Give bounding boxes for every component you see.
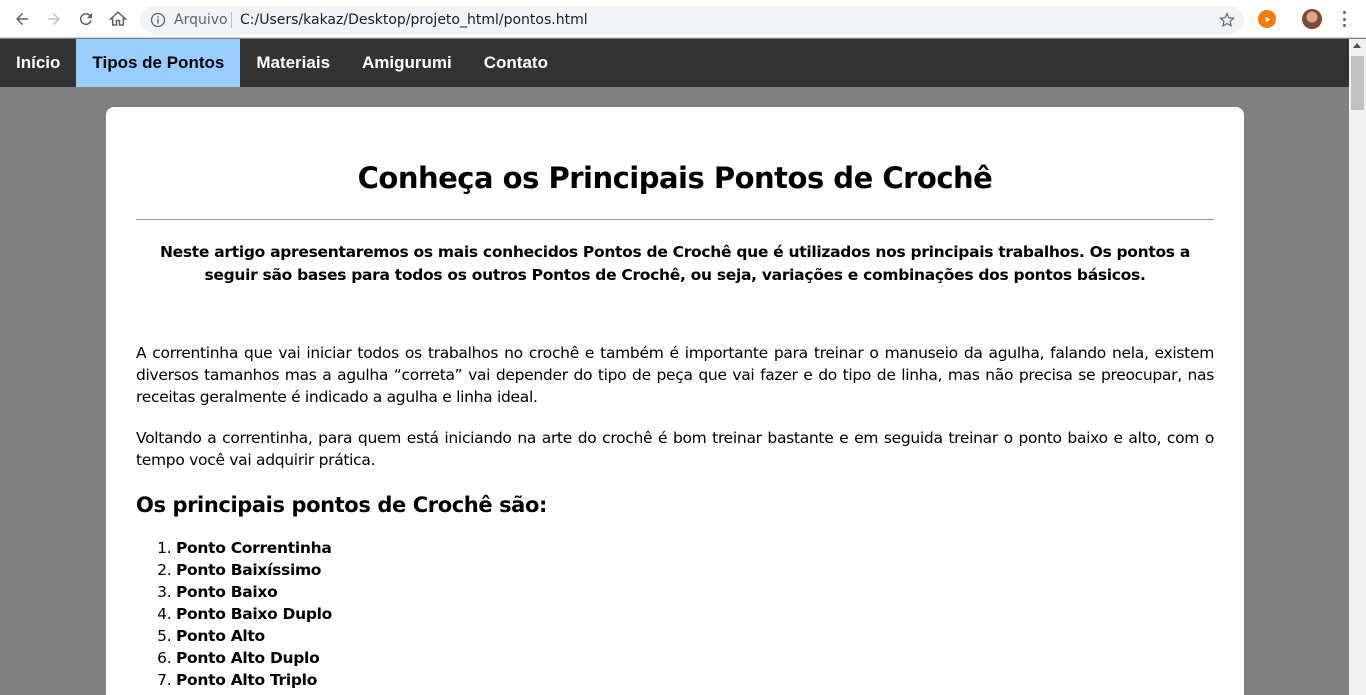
stitch-name: Ponto Baixíssimo <box>176 561 322 579</box>
info-icon[interactable] <box>150 12 166 28</box>
home-icon[interactable] <box>106 7 130 31</box>
omnibox-divider <box>231 12 232 28</box>
bookmark-star-icon[interactable] <box>1218 11 1236 29</box>
nav-item-contato[interactable]: Contato <box>468 39 564 87</box>
list-heading: Os principais pontos de Crochê são: <box>136 493 547 517</box>
stitch-name: Ponto Alto <box>176 627 265 645</box>
page-title: Conheça os Principais Pontos de Crochê <box>357 161 993 195</box>
stitch-name: Ponto Baixo <box>176 583 278 601</box>
browser-menu-icon[interactable] <box>1336 10 1352 28</box>
list-item: Ponto Alto <box>176 625 1214 647</box>
reload-icon[interactable] <box>74 7 98 31</box>
nav-item-inicio[interactable]: Início <box>0 39 76 87</box>
file-scheme-label: Arquivo <box>174 12 228 28</box>
stitch-name: Ponto Alto Triplo <box>176 671 318 689</box>
paragraph-correntinha: A correntinha que vai iniciar todos os t… <box>136 344 1214 406</box>
forward-icon[interactable] <box>42 7 66 31</box>
scroll-thumb[interactable] <box>1351 56 1364 110</box>
extension-icon[interactable] <box>1258 10 1276 28</box>
stitch-list: Ponto Correntinha Ponto Baixíssimo Ponto… <box>136 537 1214 691</box>
url-text[interactable]: C:/Users/kakaz/Desktop/projeto_html/pont… <box>240 12 588 28</box>
nav-item-tipos-de-pontos[interactable]: Tipos de Pontos <box>76 39 241 87</box>
profile-avatar[interactable] <box>1302 9 1322 29</box>
list-item: Ponto Correntinha <box>176 537 1214 559</box>
stitch-name: Ponto Baixo Duplo <box>176 605 332 623</box>
list-item: Ponto Baixo <box>176 581 1214 603</box>
page-viewport: Início Tipos de Pontos Materiais Amiguru… <box>0 39 1349 695</box>
browser-toolbar: Arquivo C:/Users/kakaz/Desktop/projeto_h… <box>0 0 1366 38</box>
list-item: Ponto Alto Triplo <box>176 669 1214 691</box>
list-item: Ponto Baixo Duplo <box>176 603 1214 625</box>
paragraph-voltando: Voltando a correntinha, para quem está i… <box>136 429 1214 469</box>
nav-item-materiais[interactable]: Materiais <box>240 39 346 87</box>
stitch-name: Ponto Alto Duplo <box>176 649 320 667</box>
list-item: Ponto Baixíssimo <box>176 559 1214 581</box>
page-scrollbar[interactable] <box>1349 39 1366 695</box>
list-item: Ponto Alto Duplo <box>176 647 1214 669</box>
nav-item-amigurumi[interactable]: Amigurumi <box>346 39 468 87</box>
intro-paragraph: Neste artigo apresentaremos os mais conh… <box>159 243 1190 284</box>
article-card: Conheça os Principais Pontos de Crochê N… <box>106 107 1244 695</box>
back-icon[interactable] <box>10 7 34 31</box>
scroll-up-arrow-icon[interactable] <box>1353 43 1361 48</box>
address-bar[interactable]: Arquivo C:/Users/kakaz/Desktop/projeto_h… <box>140 6 1244 34</box>
stitch-name: Ponto Correntinha <box>176 539 332 557</box>
title-divider <box>136 219 1214 220</box>
top-navigation: Início Tipos de Pontos Materiais Amiguru… <box>0 39 1349 87</box>
